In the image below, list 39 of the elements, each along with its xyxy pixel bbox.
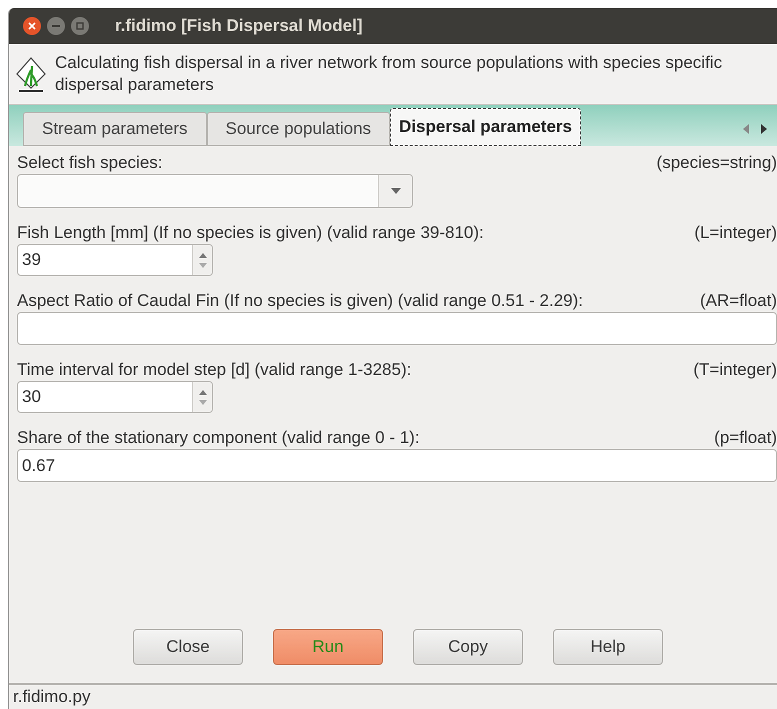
species-dropdown[interactable] <box>17 174 413 208</box>
minimize-button[interactable] <box>47 17 65 35</box>
minimize-icon <box>52 25 60 27</box>
parameter-type: (L=integer) <box>694 223 777 242</box>
field-label: Fish Length [mm] (If no species is given) (valid range 39-810): <box>17 223 484 242</box>
scroll-left-icon[interactable] <box>743 124 749 134</box>
up-arrow-icon[interactable] <box>198 390 206 394</box>
spinbox-value: 39 <box>21 249 42 271</box>
dialog-button[interactable]: Help <box>553 629 663 665</box>
field-label: Select fish species: <box>17 153 163 172</box>
dialog-button[interactable]: Close <box>133 629 243 665</box>
down-arrow-icon[interactable] <box>198 262 206 268</box>
tab[interactable]: Source populations <box>206 112 390 146</box>
number-spinbox[interactable]: 30 <box>17 381 213 413</box>
spinbox-value: 30 <box>21 386 42 408</box>
text-field[interactable] <box>17 312 777 345</box>
text-field[interactable]: 0.67 <box>17 449 777 482</box>
maximize-icon <box>76 22 84 30</box>
caret-icon <box>390 188 400 194</box>
up-arrow-icon[interactable] <box>198 252 206 258</box>
parameter-type: (p=float) <box>714 428 777 447</box>
field-label: Aspect Ratio of Caudal Fin (If no species is given) (valid range 0.51 - 2.29): <box>17 291 584 310</box>
parameter-type: (species=string) <box>656 153 777 172</box>
field-label: Share of the stationary component (valid range 0 - 1): <box>17 428 420 447</box>
close-icon <box>28 22 36 30</box>
close-button[interactable] <box>23 17 41 35</box>
module-description: Calculating fish dispersal in a river network from source populations with species specific dispersal parameters <box>55 52 724 96</box>
down-arrow-icon[interactable] <box>198 400 206 404</box>
scroll-right-icon[interactable] <box>761 124 767 134</box>
status-bar: r.fidimo.py <box>9 683 777 709</box>
field-label: Time interval for model step [d] (valid range 1-3285): <box>17 360 412 379</box>
parameter-type: (T=integer) <box>693 360 777 379</box>
tab[interactable]: Dispersal parameters <box>390 108 581 146</box>
window-title: r.fidimo [Fish Dispersal Model] <box>115 15 362 38</box>
tab[interactable]: Stream parameters <box>23 112 206 146</box>
number-spinbox[interactable]: 39 <box>17 244 213 276</box>
dialog-button[interactable]: Copy <box>413 629 523 665</box>
parameter-type: (AR=float) <box>700 291 777 310</box>
maximize-button[interactable] <box>71 17 89 35</box>
